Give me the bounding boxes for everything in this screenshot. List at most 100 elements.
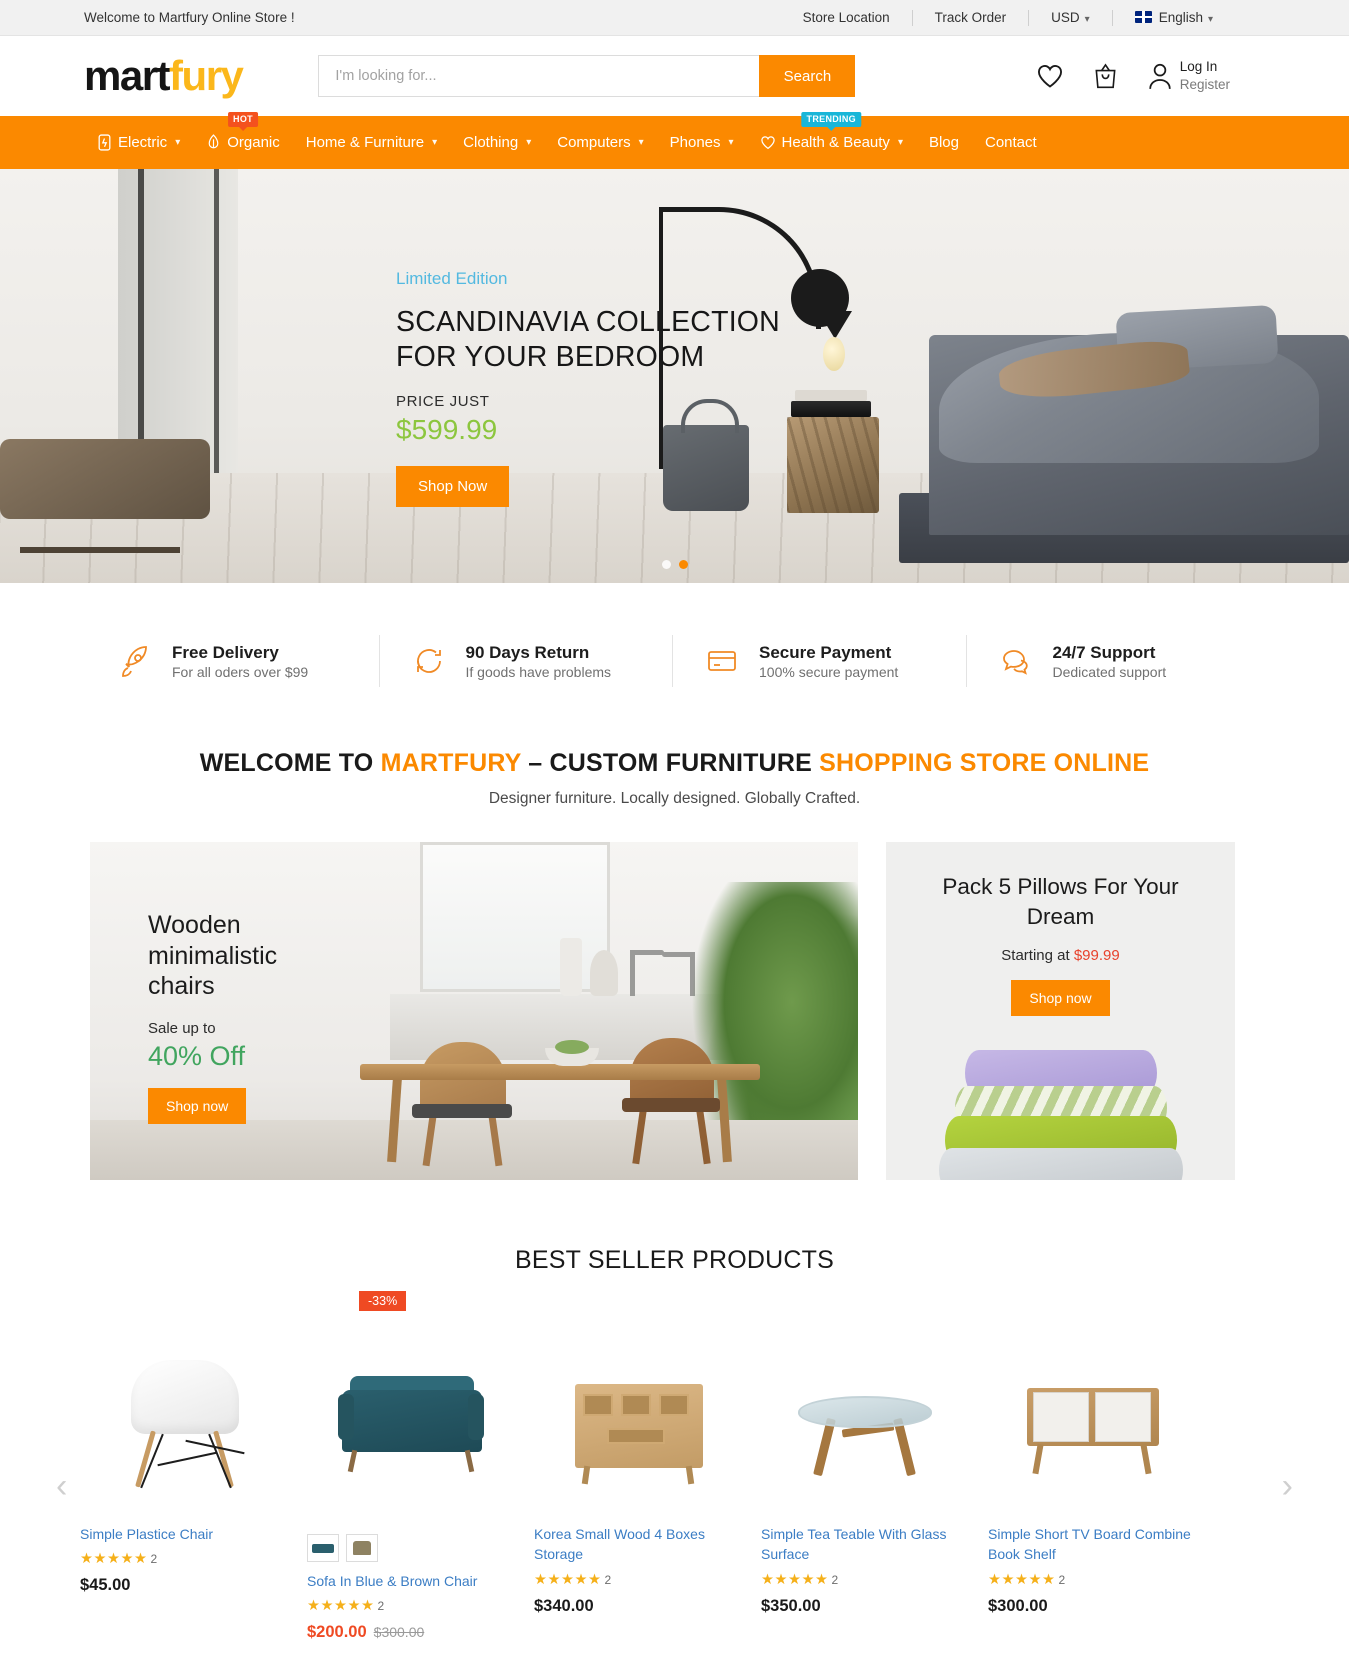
credit-card-icon (708, 651, 736, 671)
feature-support: 24/7 Support Dedicated support (967, 640, 1260, 682)
chevron-down-icon: ▾ (526, 137, 532, 148)
search-button[interactable]: Search (759, 55, 856, 97)
product-card[interactable]: Korea Small Wood 4 Boxes Storage ★★★★★ 2 … (524, 1309, 751, 1642)
store-location-link[interactable]: Store Location (781, 10, 912, 25)
product-price: $340.00 (534, 1596, 594, 1615)
nav-item-blog[interactable]: Blog (916, 134, 972, 151)
swatch-blue-sofa[interactable] (307, 1534, 339, 1562)
product-name[interactable]: Simple Tea Teable With Glass Surface (761, 1524, 968, 1565)
wishlist-icon[interactable] (1036, 63, 1064, 89)
hero-banner: Limited Edition SCANDINAVIA COLLECTION F… (0, 169, 1349, 583)
hero-dot-0[interactable] (661, 560, 671, 569)
product-card[interactable]: -33% Sofa In Blue & Brown Chair ★★★★★ 2 … (297, 1291, 524, 1642)
product-card[interactable]: Simple Tea Teable With Glass Surface ★★★… (751, 1309, 978, 1642)
cart-icon[interactable] (1092, 62, 1119, 90)
feature-subtitle: 100% secure payment (759, 664, 899, 681)
organic-icon (208, 134, 219, 149)
product-name[interactable]: Sofa In Blue & Brown Chair (307, 1571, 514, 1591)
uk-flag-icon (1134, 11, 1152, 23)
best-seller-heading: BEST SELLER PRODUCTS (515, 1246, 834, 1274)
nav-item-home-furniture[interactable]: Home & Furniture ▾ (293, 134, 450, 151)
badge-label: TRENDING (806, 114, 856, 124)
features-bar: Free Delivery For all oders over $99 90 … (0, 583, 1349, 731)
account-link[interactable]: Log In Register (1147, 58, 1230, 94)
currency-selector[interactable]: USD ▾ (1029, 10, 1112, 25)
nav-item-electric[interactable]: Electric ▾ (84, 134, 193, 151)
nav-item-health-beauty[interactable]: TRENDING Health & Beauty ▾ (747, 112, 916, 151)
hero-shop-now-button[interactable]: Shop Now (396, 465, 510, 507)
product-image[interactable] (988, 1309, 1195, 1524)
hero-carousel-dots (661, 560, 688, 569)
color-swatches (307, 1534, 514, 1562)
price-old: $300.00 (373, 1624, 425, 1641)
product-image[interactable] (534, 1309, 741, 1524)
carousel-next-arrow[interactable]: › (1282, 1469, 1293, 1503)
login-link[interactable]: Log In (1180, 58, 1230, 76)
product-price: $200.00 $300.00 (307, 1623, 514, 1642)
promo-card-chairs[interactable]: Wooden minimalistic chairs Sale up to 40… (90, 842, 858, 1180)
language-selector[interactable]: English ▾ (1113, 10, 1235, 25)
nav-item-clothing[interactable]: Clothing ▾ (450, 134, 544, 151)
price-current: $200.00 (307, 1623, 367, 1642)
review-count: 2 (831, 1572, 839, 1587)
nav-items: Electric ▾ HOT Organic Home & Furniture … (84, 112, 1050, 151)
product-name[interactable]: Korea Small Wood 4 Boxes Storage (534, 1524, 741, 1565)
feature-title: 24/7 Support (1052, 642, 1156, 662)
top-bar: Welcome to Martfury Online Store ! Store… (0, 0, 1349, 36)
site-header: martfury Search Log In Register (0, 36, 1349, 116)
top-bar-links: Store Location Track Order USD ▾ English ▾ (781, 9, 1235, 26)
promo-left-sale-label: Sale up to (148, 1019, 216, 1037)
product-rating: ★★★★★ 2 (534, 1572, 741, 1588)
nav-label: Computers (557, 134, 631, 151)
chevron-down-icon: ▾ (728, 137, 734, 148)
chevron-down-icon: ▾ (1084, 14, 1090, 25)
site-logo[interactable]: martfury (84, 52, 244, 99)
stars: ★★★★★ (761, 1571, 829, 1588)
pillows-image (938, 1038, 1183, 1180)
carousel-prev-arrow[interactable]: ‹ (56, 1469, 67, 1503)
logo-mart: mart (84, 52, 171, 99)
product-card[interactable]: Simple Plastice Chair ★★★★★ 2 $45.00 (70, 1309, 297, 1642)
search-input[interactable] (318, 55, 760, 97)
badge-trending: TRENDING (801, 112, 861, 127)
product-image[interactable] (307, 1309, 514, 1524)
promo-right-starting-label: Starting at (1001, 947, 1074, 965)
promo-right-starting: Starting at $99.99 (886, 947, 1235, 964)
review-count: 2 (377, 1599, 385, 1614)
product-image[interactable] (80, 1309, 287, 1524)
nav-item-phones[interactable]: Phones ▾ (657, 134, 747, 151)
promo-right-shop-now-button[interactable]: Shop now (1011, 980, 1110, 1017)
product-image[interactable] (761, 1309, 968, 1524)
promo-left-shop-now-button[interactable]: Shop now (148, 1087, 247, 1124)
stars: ★★★★★ (988, 1571, 1056, 1588)
chevron-down-icon: ▾ (1207, 14, 1213, 25)
plastic-chair-art (109, 1354, 259, 1524)
chevron-down-icon: ▾ (175, 137, 181, 148)
register-link[interactable]: Register (1180, 76, 1230, 94)
nav-item-contact[interactable]: Contact (972, 134, 1050, 151)
product-rating: ★★★★★ 2 (761, 1572, 968, 1588)
discount-badge: -33% (359, 1291, 407, 1311)
welcome-brand: MARTFURY (380, 749, 522, 777)
product-card[interactable]: Simple Short TV Board Combine Book Shelf… (978, 1309, 1205, 1642)
swatch-brown-chair[interactable] (346, 1534, 378, 1562)
nav-item-computers[interactable]: Computers ▾ (544, 134, 656, 151)
feature-text: 24/7 Support Dedicated support (1053, 642, 1167, 681)
nav-item-organic[interactable]: HOT Organic (193, 112, 293, 151)
product-name[interactable]: Simple Plastice Chair (80, 1524, 287, 1544)
chat-icon (1002, 650, 1028, 675)
health-icon (760, 136, 775, 150)
product-rating: ★★★★★ 2 (307, 1598, 514, 1614)
product-price: $45.00 (80, 1576, 131, 1595)
header-actions: Log In Register (1036, 58, 1230, 94)
feature-secure-payment: Secure Payment 100% secure payment (673, 640, 966, 682)
promo-right-price: $99.99 (1073, 947, 1120, 965)
track-order-link[interactable]: Track Order (913, 10, 1029, 25)
hero-dot-1[interactable] (678, 560, 688, 569)
nav-label: Phones (669, 134, 721, 151)
feature-free-delivery: Free Delivery For all oders over $99 (90, 640, 379, 682)
promo-left-content: Wooden minimalistic chairs Sale up to 40… (148, 910, 348, 1124)
promo-card-pillows[interactable]: Pack 5 Pillows For Your Dream Starting a… (886, 842, 1235, 1180)
product-name[interactable]: Simple Short TV Board Combine Book Shelf (988, 1524, 1195, 1565)
tv-board-art (1017, 1354, 1167, 1524)
